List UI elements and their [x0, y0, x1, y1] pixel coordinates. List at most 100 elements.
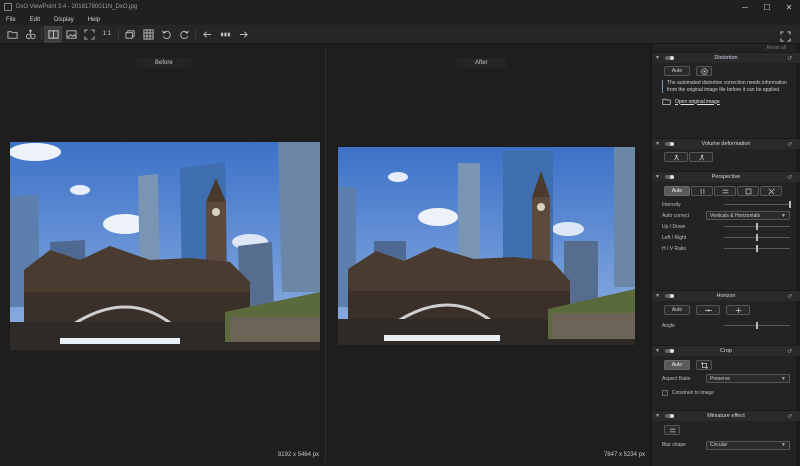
reset-icon[interactable]: ↺	[787, 141, 792, 148]
intensity-knob[interactable]	[789, 201, 791, 208]
reset-icon[interactable]: ↺	[787, 174, 792, 181]
angle-slider[interactable]	[724, 322, 790, 329]
actual-size-button[interactable]: 1:1	[98, 26, 116, 43]
hv-ratio-knob[interactable]	[756, 245, 758, 252]
maximize-button[interactable]: ☐	[756, 0, 778, 14]
crop-body: Auto Aspect Ratio Preserve ▼ Constrain t…	[652, 356, 800, 410]
export-button[interactable]	[21, 26, 39, 43]
hv-ratio-slider[interactable]	[724, 245, 790, 252]
intensity-label: Intensity	[662, 201, 681, 208]
aspect-ratio-row: Aspect Ratio Preserve ▼	[662, 373, 792, 384]
miniature-shape-button[interactable]	[664, 425, 680, 435]
rotate-right-button[interactable]	[175, 26, 193, 43]
aspect-ratio-value: Preserve	[710, 375, 731, 382]
up-down-row: Up / Down	[662, 221, 792, 232]
volume-header[interactable]: ▼ Volume deformation ↺	[652, 138, 800, 149]
open-folder-button[interactable]	[3, 26, 21, 43]
toolbar: 1:1	[0, 25, 800, 44]
reset-icon[interactable]: ↺	[787, 293, 792, 300]
up-down-knob[interactable]	[756, 223, 758, 230]
horizon-crosshair-button[interactable]	[726, 305, 750, 315]
volume-body	[652, 149, 800, 171]
menu-file[interactable]: File	[6, 17, 16, 23]
reset-icon[interactable]: ↺	[787, 55, 792, 62]
blur-shape-select[interactable]: Circular ▼	[706, 440, 790, 450]
crop-header[interactable]: ▼ Crop ↺	[652, 345, 800, 356]
next-image-button[interactable]	[234, 26, 252, 43]
aspect-ratio-select[interactable]: Preserve ▼	[706, 374, 790, 383]
blur-shape-row: Blur shape Circular ▼	[662, 440, 792, 451]
distortion-header[interactable]: ▼ Distortion ↺	[652, 52, 800, 63]
reset-icon[interactable]: ↺	[787, 413, 792, 420]
view-divider[interactable]	[325, 48, 326, 462]
perspective-8point-button[interactable]	[760, 186, 782, 196]
horizon-level-button[interactable]	[696, 305, 720, 315]
split-view-button[interactable]	[44, 25, 62, 43]
crop-icon	[700, 361, 708, 369]
perspective-auto-button[interactable]: Auto	[664, 186, 690, 196]
menu-bar: File Edit Display Help	[0, 14, 800, 25]
left-right-knob[interactable]	[756, 234, 758, 241]
horizontal-lines-icon	[722, 189, 728, 193]
band-icon	[669, 428, 675, 432]
crop-auto-button[interactable]: Auto	[664, 360, 690, 370]
arrow-left-icon	[202, 30, 211, 38]
horizon-auto-button[interactable]: Auto	[664, 305, 690, 315]
intensity-slider[interactable]	[724, 201, 791, 208]
angle-knob[interactable]	[756, 322, 758, 329]
filmstrip-button[interactable]	[216, 26, 234, 43]
split-view-icon	[47, 29, 59, 39]
perspective-vertical-button[interactable]	[691, 186, 713, 196]
crop-manual-button[interactable]	[696, 360, 712, 370]
horizon-body: Auto Angle	[652, 301, 800, 345]
perspective-header[interactable]: ▼ Perspective ↺	[652, 171, 800, 182]
reset-all-button[interactable]: Reset all	[767, 45, 786, 51]
horizon-header[interactable]: ▼ Horizon ↺	[652, 290, 800, 301]
left-right-row: Left / Right	[662, 232, 792, 243]
after-photo[interactable]	[338, 147, 635, 345]
compare-button[interactable]	[121, 26, 139, 43]
intensity-row: Intensity	[662, 199, 792, 210]
angle-row: Angle	[662, 320, 792, 331]
distortion-auto-button[interactable]: Auto	[664, 66, 690, 76]
image-icon	[65, 29, 77, 39]
before-photo[interactable]	[10, 142, 320, 350]
constrain-checkbox[interactable]	[662, 389, 668, 396]
fullscreen-button[interactable]	[776, 28, 794, 45]
fit-view-button[interactable]	[80, 26, 98, 43]
miniature-header[interactable]: ▼ Miniature effect ↺	[652, 410, 800, 421]
panel-topbar: Reset all	[652, 44, 800, 52]
close-button[interactable]: ✕	[778, 0, 800, 14]
after-pane: After 7847 x 5234 px	[327, 44, 651, 466]
volume-horizontal-button[interactable]	[664, 152, 688, 162]
left-right-slider[interactable]	[724, 234, 790, 241]
blur-shape-label: Blur shape	[662, 442, 686, 448]
menu-help[interactable]: Help	[88, 17, 100, 23]
perspective-horizontal-button[interactable]	[714, 186, 736, 196]
image-viewer: Before 8192 x 5464 px After 7847 x 5234 …	[0, 44, 651, 466]
toolbar-separator	[41, 28, 42, 40]
minimize-button[interactable]: ─	[734, 0, 756, 14]
window-title: DxO ViewPoint 3.4 - 20161780011N_DxO.jpg	[16, 4, 138, 10]
open-original-link[interactable]: Open original image	[662, 97, 792, 106]
level-icon	[704, 308, 712, 312]
eight-point-icon	[767, 187, 775, 195]
volume-diagonal-button[interactable]	[689, 152, 713, 162]
reset-icon[interactable]: ↺	[787, 348, 792, 355]
distortion-lens-button[interactable]	[696, 66, 712, 76]
auto-correct-select[interactable]: Verticals & Horizontals ▼	[706, 211, 790, 220]
up-down-label: Up / Down	[662, 223, 686, 230]
single-view-button[interactable]	[62, 26, 80, 43]
distortion-body: Auto The automated distortion correction…	[652, 63, 800, 138]
lens-icon	[700, 67, 708, 75]
perspective-rect-button[interactable]	[737, 186, 759, 196]
menu-display[interactable]: Display	[54, 17, 74, 23]
person-diagonal-icon	[698, 154, 704, 161]
hv-ratio-row: H / V Ratio	[662, 243, 792, 254]
rotate-left-button[interactable]	[157, 26, 175, 43]
previous-image-button[interactable]	[198, 26, 216, 43]
menu-edit[interactable]: Edit	[30, 17, 40, 23]
up-down-slider[interactable]	[724, 223, 790, 230]
filmstrip-icon	[220, 32, 230, 36]
grid-button[interactable]	[139, 26, 157, 43]
